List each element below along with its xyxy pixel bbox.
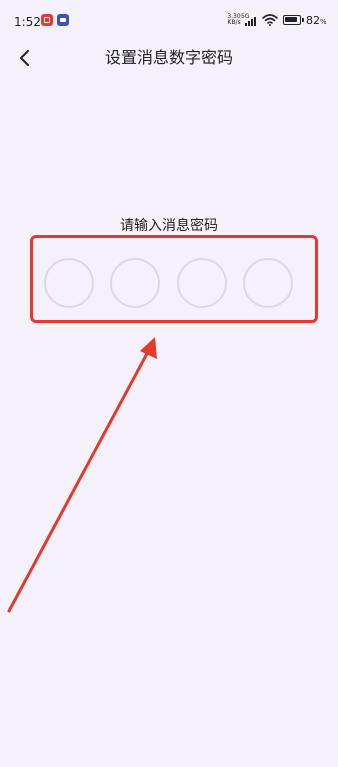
- battery-icon: [283, 15, 301, 25]
- battery-level: 82%: [306, 15, 327, 28]
- battery-level-value: 82: [306, 14, 320, 27]
- notification-app-icon: [41, 14, 53, 26]
- signal-icon: [245, 16, 259, 26]
- network-speed: 3.30 KB/s: [226, 14, 242, 26]
- pin-digit-1[interactable]: [44, 258, 94, 308]
- pin-digit-2[interactable]: [110, 258, 160, 308]
- network-speed-unit: KB/s: [227, 19, 241, 26]
- battery-level-unit: %: [320, 18, 327, 26]
- status-time: 1:52: [14, 15, 41, 29]
- pin-digit-4[interactable]: [243, 258, 293, 308]
- pin-digit-3[interactable]: [177, 258, 227, 308]
- pin-prompt-label: 请输入消息密码: [120, 218, 218, 234]
- battery-tip: [302, 18, 304, 22]
- page-title: 设置消息数字密码: [104, 48, 233, 67]
- pin-input[interactable]: [44, 258, 296, 308]
- wifi-icon: [262, 14, 278, 26]
- annotation-arrow: [7, 337, 157, 613]
- notification-app-icon: [57, 14, 69, 26]
- status-bar: 1:52 3.30 KB/s 5G 82%: [0, 0, 338, 44]
